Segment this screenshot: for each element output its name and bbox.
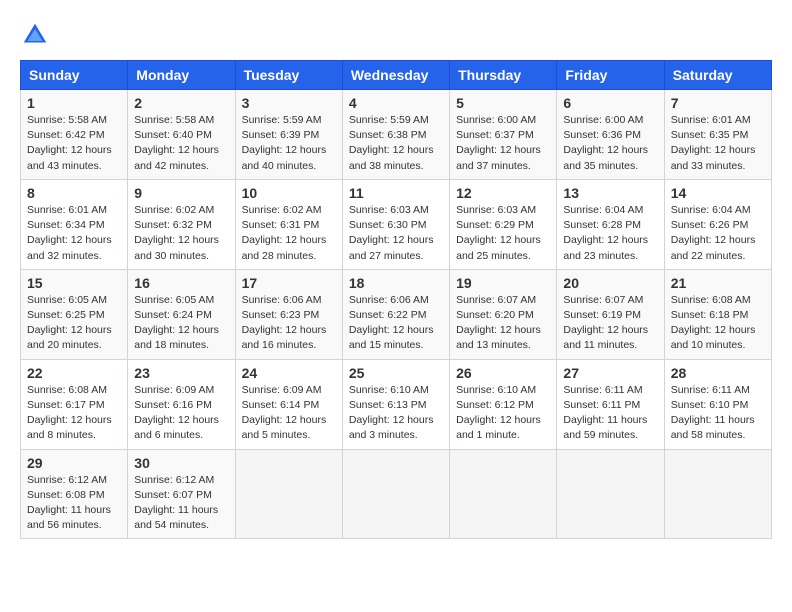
table-row: 27Sunrise: 6:11 AMSunset: 6:11 PMDayligh… [557, 359, 664, 449]
day-number: 29 [27, 455, 121, 471]
day-number: 6 [563, 95, 657, 111]
table-row: 22Sunrise: 6:08 AMSunset: 6:17 PMDayligh… [21, 359, 128, 449]
day-number: 23 [134, 365, 228, 381]
table-row: 28Sunrise: 6:11 AMSunset: 6:10 PMDayligh… [664, 359, 771, 449]
calendar-table: Sunday Monday Tuesday Wednesday Thursday… [20, 60, 772, 539]
table-row: 7Sunrise: 6:01 AMSunset: 6:35 PMDaylight… [664, 90, 771, 180]
table-row: 1Sunrise: 5:58 AMSunset: 6:42 PMDaylight… [21, 90, 128, 180]
table-row: 11Sunrise: 6:03 AMSunset: 6:30 PMDayligh… [342, 179, 449, 269]
calendar-week-row: 22Sunrise: 6:08 AMSunset: 6:17 PMDayligh… [21, 359, 772, 449]
day-number: 5 [456, 95, 550, 111]
calendar-week-row: 8Sunrise: 6:01 AMSunset: 6:34 PMDaylight… [21, 179, 772, 269]
day-number: 13 [563, 185, 657, 201]
table-row: 18Sunrise: 6:06 AMSunset: 6:22 PMDayligh… [342, 269, 449, 359]
table-row: 29Sunrise: 6:12 AMSunset: 6:08 PMDayligh… [21, 449, 128, 539]
day-number: 2 [134, 95, 228, 111]
col-tuesday: Tuesday [235, 61, 342, 90]
day-number: 1 [27, 95, 121, 111]
page-header [20, 20, 772, 50]
day-number: 4 [349, 95, 443, 111]
day-number: 17 [242, 275, 336, 291]
day-number: 15 [27, 275, 121, 291]
day-number: 11 [349, 185, 443, 201]
day-number: 14 [671, 185, 765, 201]
day-number: 10 [242, 185, 336, 201]
table-row: 16Sunrise: 6:05 AMSunset: 6:24 PMDayligh… [128, 269, 235, 359]
table-row: 17Sunrise: 6:06 AMSunset: 6:23 PMDayligh… [235, 269, 342, 359]
empty-cell [557, 449, 664, 539]
table-row: 6Sunrise: 6:00 AMSunset: 6:36 PMDaylight… [557, 90, 664, 180]
empty-cell [342, 449, 449, 539]
day-number: 22 [27, 365, 121, 381]
table-row: 25Sunrise: 6:10 AMSunset: 6:13 PMDayligh… [342, 359, 449, 449]
empty-cell [450, 449, 557, 539]
table-row: 12Sunrise: 6:03 AMSunset: 6:29 PMDayligh… [450, 179, 557, 269]
day-number: 21 [671, 275, 765, 291]
calendar-week-row: 15Sunrise: 6:05 AMSunset: 6:25 PMDayligh… [21, 269, 772, 359]
day-number: 30 [134, 455, 228, 471]
col-monday: Monday [128, 61, 235, 90]
col-thursday: Thursday [450, 61, 557, 90]
table-row: 13Sunrise: 6:04 AMSunset: 6:28 PMDayligh… [557, 179, 664, 269]
col-saturday: Saturday [664, 61, 771, 90]
table-row: 23Sunrise: 6:09 AMSunset: 6:16 PMDayligh… [128, 359, 235, 449]
table-row: 26Sunrise: 6:10 AMSunset: 6:12 PMDayligh… [450, 359, 557, 449]
table-row: 20Sunrise: 6:07 AMSunset: 6:19 PMDayligh… [557, 269, 664, 359]
day-number: 19 [456, 275, 550, 291]
table-row: 19Sunrise: 6:07 AMSunset: 6:20 PMDayligh… [450, 269, 557, 359]
day-number: 7 [671, 95, 765, 111]
table-row: 9Sunrise: 6:02 AMSunset: 6:32 PMDaylight… [128, 179, 235, 269]
col-sunday: Sunday [21, 61, 128, 90]
empty-cell [664, 449, 771, 539]
logo-icon [20, 20, 50, 50]
logo [20, 20, 54, 50]
table-row: 8Sunrise: 6:01 AMSunset: 6:34 PMDaylight… [21, 179, 128, 269]
table-row: 10Sunrise: 6:02 AMSunset: 6:31 PMDayligh… [235, 179, 342, 269]
day-number: 9 [134, 185, 228, 201]
table-row: 2Sunrise: 5:58 AMSunset: 6:40 PMDaylight… [128, 90, 235, 180]
table-row: 24Sunrise: 6:09 AMSunset: 6:14 PMDayligh… [235, 359, 342, 449]
day-number: 27 [563, 365, 657, 381]
empty-cell [235, 449, 342, 539]
day-number: 26 [456, 365, 550, 381]
day-number: 25 [349, 365, 443, 381]
day-number: 24 [242, 365, 336, 381]
table-row: 21Sunrise: 6:08 AMSunset: 6:18 PMDayligh… [664, 269, 771, 359]
table-row: 3Sunrise: 5:59 AMSunset: 6:39 PMDaylight… [235, 90, 342, 180]
calendar-week-row: 29Sunrise: 6:12 AMSunset: 6:08 PMDayligh… [21, 449, 772, 539]
table-row: 4Sunrise: 5:59 AMSunset: 6:38 PMDaylight… [342, 90, 449, 180]
day-number: 12 [456, 185, 550, 201]
day-number: 3 [242, 95, 336, 111]
col-friday: Friday [557, 61, 664, 90]
table-row: 5Sunrise: 6:00 AMSunset: 6:37 PMDaylight… [450, 90, 557, 180]
day-number: 28 [671, 365, 765, 381]
table-row: 15Sunrise: 6:05 AMSunset: 6:25 PMDayligh… [21, 269, 128, 359]
col-wednesday: Wednesday [342, 61, 449, 90]
day-number: 18 [349, 275, 443, 291]
calendar-week-row: 1Sunrise: 5:58 AMSunset: 6:42 PMDaylight… [21, 90, 772, 180]
table-row: 30Sunrise: 6:12 AMSunset: 6:07 PMDayligh… [128, 449, 235, 539]
day-number: 8 [27, 185, 121, 201]
calendar-header-row: Sunday Monday Tuesday Wednesday Thursday… [21, 61, 772, 90]
table-row: 14Sunrise: 6:04 AMSunset: 6:26 PMDayligh… [664, 179, 771, 269]
day-number: 20 [563, 275, 657, 291]
day-number: 16 [134, 275, 228, 291]
